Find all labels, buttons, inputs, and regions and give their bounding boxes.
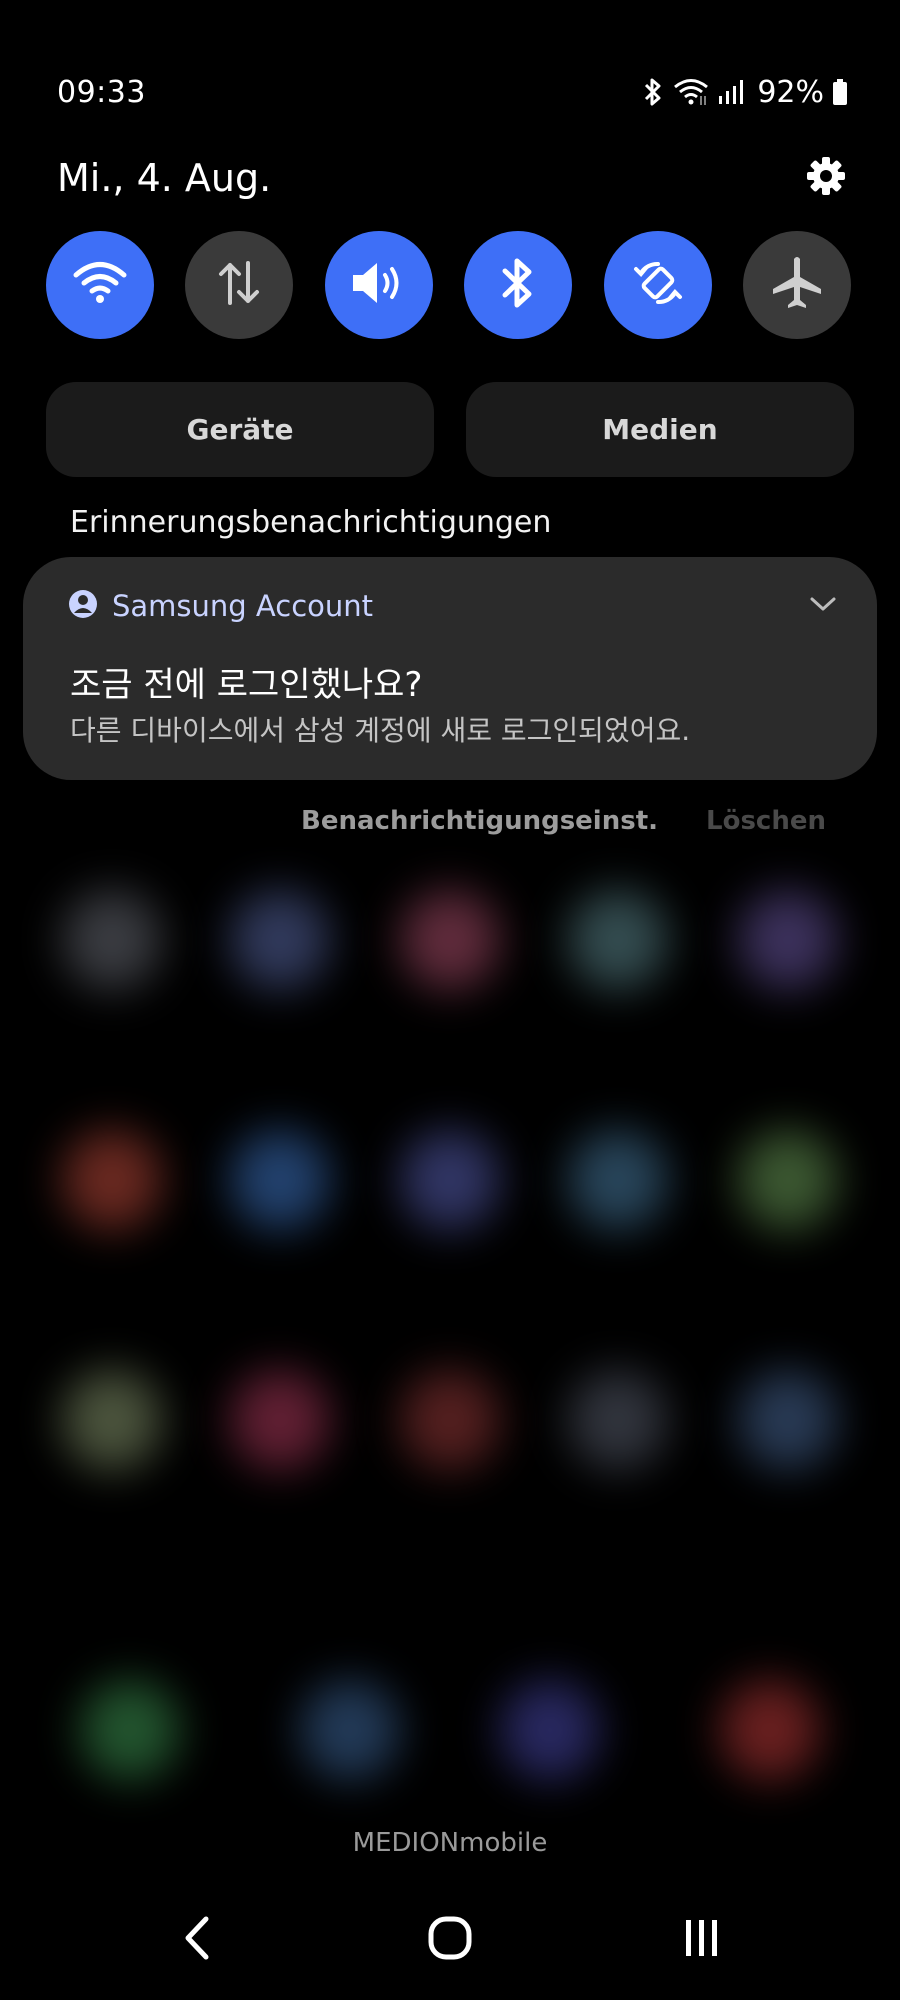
blurred-app-icon xyxy=(62,890,162,990)
device-media-row: Geräte Medien xyxy=(46,382,854,477)
blurred-app-icon xyxy=(80,1680,180,1780)
bluetooth-icon xyxy=(641,76,665,108)
carrier-label: MEDIONmobile xyxy=(352,1828,548,1858)
notification-section-label: Erinnerungsbenachrichtigungen xyxy=(70,505,552,540)
notification-body: 다른 디바이스에서 삼성 계정에 새로 로그인되었어요. xyxy=(70,714,691,747)
wifi-toggle[interactable] xyxy=(46,231,154,339)
blurred-app-icon xyxy=(62,1130,162,1230)
account-icon xyxy=(68,589,98,623)
notification-card[interactable]: Samsung Account 조금 전에 로그인했나요? 다른 디바이스에서 … xyxy=(23,557,877,780)
airplane-icon xyxy=(767,253,827,317)
notification-settings-button[interactable]: Benachrichtigungseinst. xyxy=(301,806,658,836)
recents-icon xyxy=(682,1918,722,1962)
notification-app: Samsung Account xyxy=(68,589,373,623)
back-button[interactable] xyxy=(152,1905,242,1975)
home-icon xyxy=(427,1915,473,1965)
blurred-app-icon xyxy=(738,1130,838,1230)
wifi-icon xyxy=(673,77,709,107)
blurred-app-icon xyxy=(400,1370,500,1470)
sound-toggle[interactable] xyxy=(324,231,433,339)
battery-icon xyxy=(832,78,848,106)
blurred-app-icon xyxy=(230,890,330,990)
blurred-app-icon xyxy=(400,890,500,990)
data-transfer-icon xyxy=(213,257,265,313)
recents-button[interactable] xyxy=(657,1905,747,1975)
notification-actions: Benachrichtigungseinst. Löschen xyxy=(301,806,826,836)
status-icons: 92% xyxy=(641,75,848,110)
notification-header: Samsung Account xyxy=(68,589,837,623)
rotate-icon xyxy=(628,253,688,317)
blurred-app-icon xyxy=(720,1680,820,1780)
mobile-data-toggle[interactable] xyxy=(185,231,294,339)
notification-app-name: Samsung Account xyxy=(112,589,374,623)
blurred-app-icon xyxy=(62,1370,162,1470)
blurred-app-icon xyxy=(568,1130,668,1230)
status-time: 09:33 xyxy=(57,74,146,110)
blurred-app-icon xyxy=(568,890,668,990)
clear-button[interactable]: Löschen xyxy=(706,806,826,836)
blurred-app-icon xyxy=(738,1370,838,1470)
airplane-mode-toggle[interactable] xyxy=(742,231,851,339)
media-button[interactable]: Medien xyxy=(466,382,854,477)
auto-rotate-toggle[interactable] xyxy=(603,231,712,339)
blurred-app-icon xyxy=(400,1130,500,1230)
status-bar: 09:33 92% xyxy=(57,70,848,114)
devices-button[interactable]: Geräte xyxy=(46,382,434,477)
header-row: Mi., 4. Aug. xyxy=(57,150,848,206)
blurred-app-icon xyxy=(738,890,838,990)
blurred-app-icon xyxy=(568,1370,668,1470)
home-button[interactable] xyxy=(405,1905,495,1975)
bluetooth-toggle[interactable] xyxy=(464,231,573,339)
blurred-app-icon xyxy=(230,1130,330,1230)
signal-icon xyxy=(717,78,745,106)
gear-icon[interactable] xyxy=(804,154,848,202)
blurred-app-icon xyxy=(500,1680,600,1780)
chevron-down-icon[interactable] xyxy=(809,595,837,617)
back-icon xyxy=(182,1915,212,1965)
speaker-icon xyxy=(349,257,409,313)
bluetooth-icon xyxy=(496,254,540,316)
notification-title: 조금 전에 로그인했나요? xyxy=(70,665,423,705)
navigation-bar xyxy=(0,1905,900,1975)
blurred-app-icon xyxy=(230,1370,330,1470)
quick-settings-row xyxy=(46,231,851,339)
blurred-app-icon xyxy=(300,1680,400,1780)
battery-percent: 92% xyxy=(757,74,824,110)
wifi-icon xyxy=(72,259,128,311)
blurred-home-screen xyxy=(0,860,900,1820)
date-label: Mi., 4. Aug. xyxy=(57,156,272,200)
